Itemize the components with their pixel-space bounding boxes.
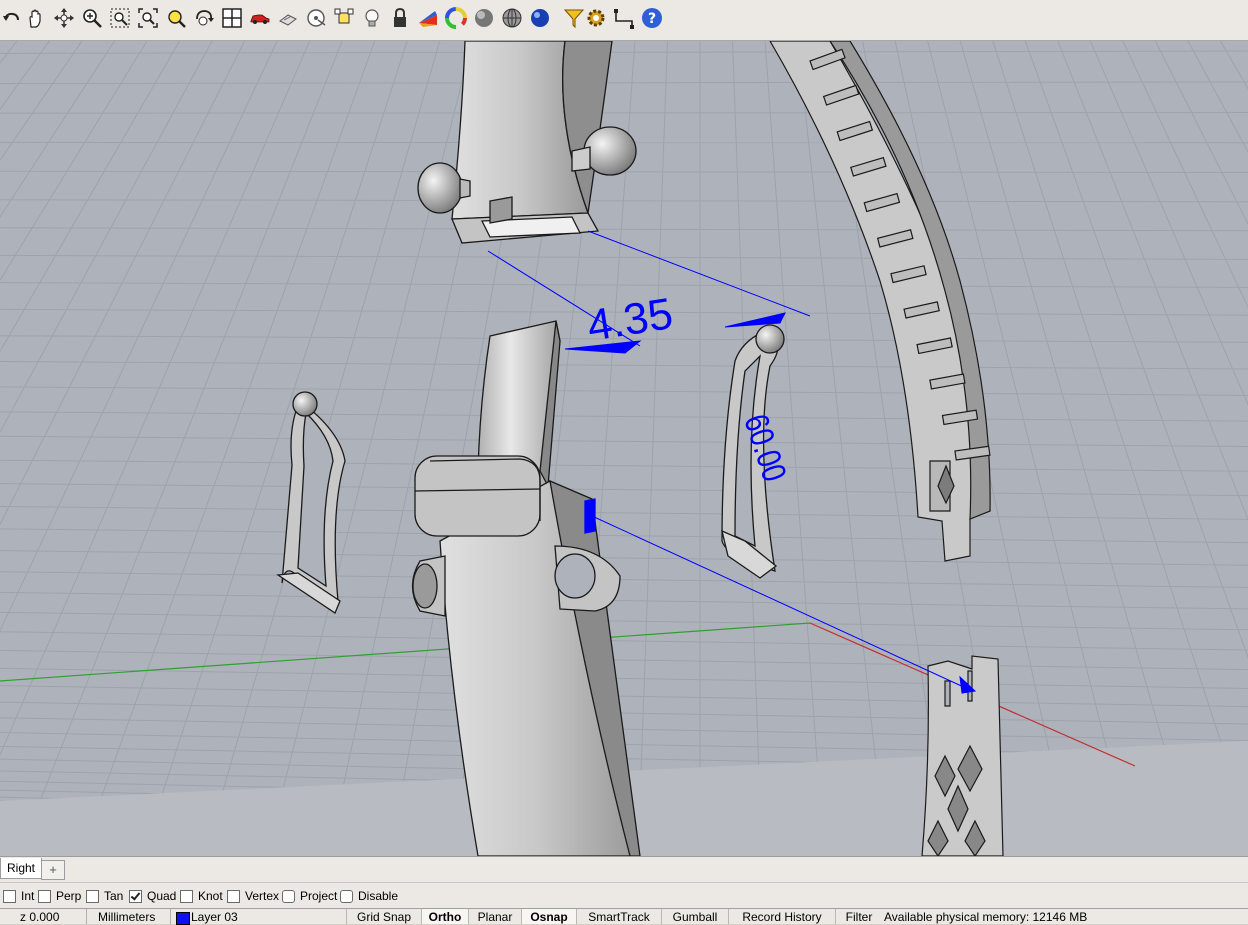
osnap-pane[interactable]: Osnap (521, 909, 576, 924)
viewport-canvas[interactable]: 4.35 60.00 (0, 41, 1248, 856)
osnap-vertex-label: Vertex (245, 889, 279, 903)
current-layer-pane[interactable]: Layer 03 (191, 910, 238, 924)
status-separator (86, 909, 87, 924)
four-viewports-icon[interactable] (220, 6, 244, 30)
zoom-in-icon[interactable] (80, 6, 104, 30)
osnap-quad[interactable]: Quad (129, 889, 176, 903)
snap-square-icon[interactable] (332, 6, 356, 30)
osnap-tan[interactable]: Tan (86, 889, 123, 903)
viewport-tab-bar: Right + (0, 856, 1248, 882)
status-bar: z 0.000 Millimeters Layer 03 Grid Snap O… (0, 908, 1248, 924)
rendered-sphere-icon[interactable] (528, 6, 552, 30)
osnap-int[interactable]: Int (3, 889, 34, 903)
osnap-int-label: Int (21, 889, 34, 903)
svg-text:?: ? (648, 11, 656, 27)
color-wheel-icon[interactable] (444, 6, 468, 30)
osnap-perp-label: Perp (56, 889, 81, 903)
lightbulb-icon[interactable] (360, 6, 384, 30)
add-viewport-tab-button[interactable]: + (41, 860, 65, 880)
osnap-tan-label: Tan (104, 889, 123, 903)
osnap-project-checkbox[interactable] (282, 890, 295, 903)
drape-funnel-icon[interactable] (562, 6, 586, 30)
osnap-vertex[interactable]: Vertex (227, 889, 279, 903)
undo-icon[interactable] (0, 6, 24, 30)
zoom-extents-icon[interactable] (136, 6, 160, 30)
osnap-perp-checkbox[interactable] (38, 890, 51, 903)
osnap-int-checkbox[interactable] (3, 890, 16, 903)
planar-pane[interactable]: Planar (468, 909, 521, 924)
target-circle-icon[interactable] (304, 6, 328, 30)
display-mode-icon[interactable] (276, 6, 300, 30)
grid-snap-pane[interactable]: Grid Snap (346, 909, 421, 924)
car-icon[interactable] (248, 6, 272, 30)
lock-icon[interactable] (388, 6, 412, 30)
dimension-linear-value[interactable]: 4.35 (584, 289, 676, 351)
top-band-part[interactable] (418, 41, 636, 243)
right-curved-band[interactable] (770, 41, 990, 561)
osnap-disable-label: Disable (358, 889, 398, 903)
osnap-bar: Int Perp Tan Quad Knot Vertex Project Di… (0, 882, 1248, 909)
osnap-project-label: Project (300, 889, 337, 903)
osnap-quad-checkbox[interactable] (129, 890, 142, 903)
zoom-selected-icon[interactable] (164, 6, 188, 30)
osnap-quad-label: Quad (147, 889, 176, 903)
gumball-pane[interactable]: Gumball (661, 909, 728, 924)
rotate-view-icon[interactable] (52, 6, 76, 30)
help-icon[interactable]: ? (640, 6, 664, 30)
coordinate-readout: z 0.000 (20, 910, 59, 924)
right-viewport[interactable]: 4.35 60.00 (0, 41, 1248, 856)
dimension-tool-icon[interactable] (612, 6, 636, 30)
osnap-disable[interactable]: Disable (340, 889, 398, 903)
standard-toolbar: ? (0, 0, 1248, 41)
shaded-sphere-icon[interactable] (472, 6, 496, 30)
left-loop-part[interactable] (278, 392, 345, 613)
smarttrack-pane[interactable]: SmartTrack (576, 909, 661, 924)
center-band-part[interactable] (413, 321, 641, 856)
tab-right-viewport[interactable]: Right (0, 858, 42, 879)
osnap-knot-label: Knot (198, 889, 223, 903)
osnap-tan-checkbox[interactable] (86, 890, 99, 903)
record-history-pane[interactable]: Record History (728, 909, 835, 924)
zoom-window-icon[interactable] (108, 6, 132, 30)
layer-color-swatch (176, 912, 190, 925)
color-wedge-icon[interactable] (416, 6, 440, 30)
osnap-disable-checkbox[interactable] (340, 890, 353, 903)
gear-icon[interactable] (584, 6, 608, 30)
rotate-camera-icon[interactable] (192, 6, 216, 30)
ortho-pane[interactable]: Ortho (421, 909, 468, 924)
memory-status: Available physical memory: 12146 MB (884, 910, 1087, 924)
osnap-vertex-checkbox[interactable] (227, 890, 240, 903)
ghosted-sphere-icon[interactable] (500, 6, 524, 30)
osnap-knot[interactable]: Knot (180, 889, 223, 903)
osnap-knot-checkbox[interactable] (180, 890, 193, 903)
pan-hand-icon[interactable] (24, 6, 48, 30)
status-separator (170, 909, 171, 924)
units-pane[interactable]: Millimeters (98, 910, 155, 924)
filter-pane[interactable]: Filter (835, 909, 882, 924)
osnap-perp[interactable]: Perp (38, 889, 81, 903)
osnap-project[interactable]: Project (282, 889, 337, 903)
